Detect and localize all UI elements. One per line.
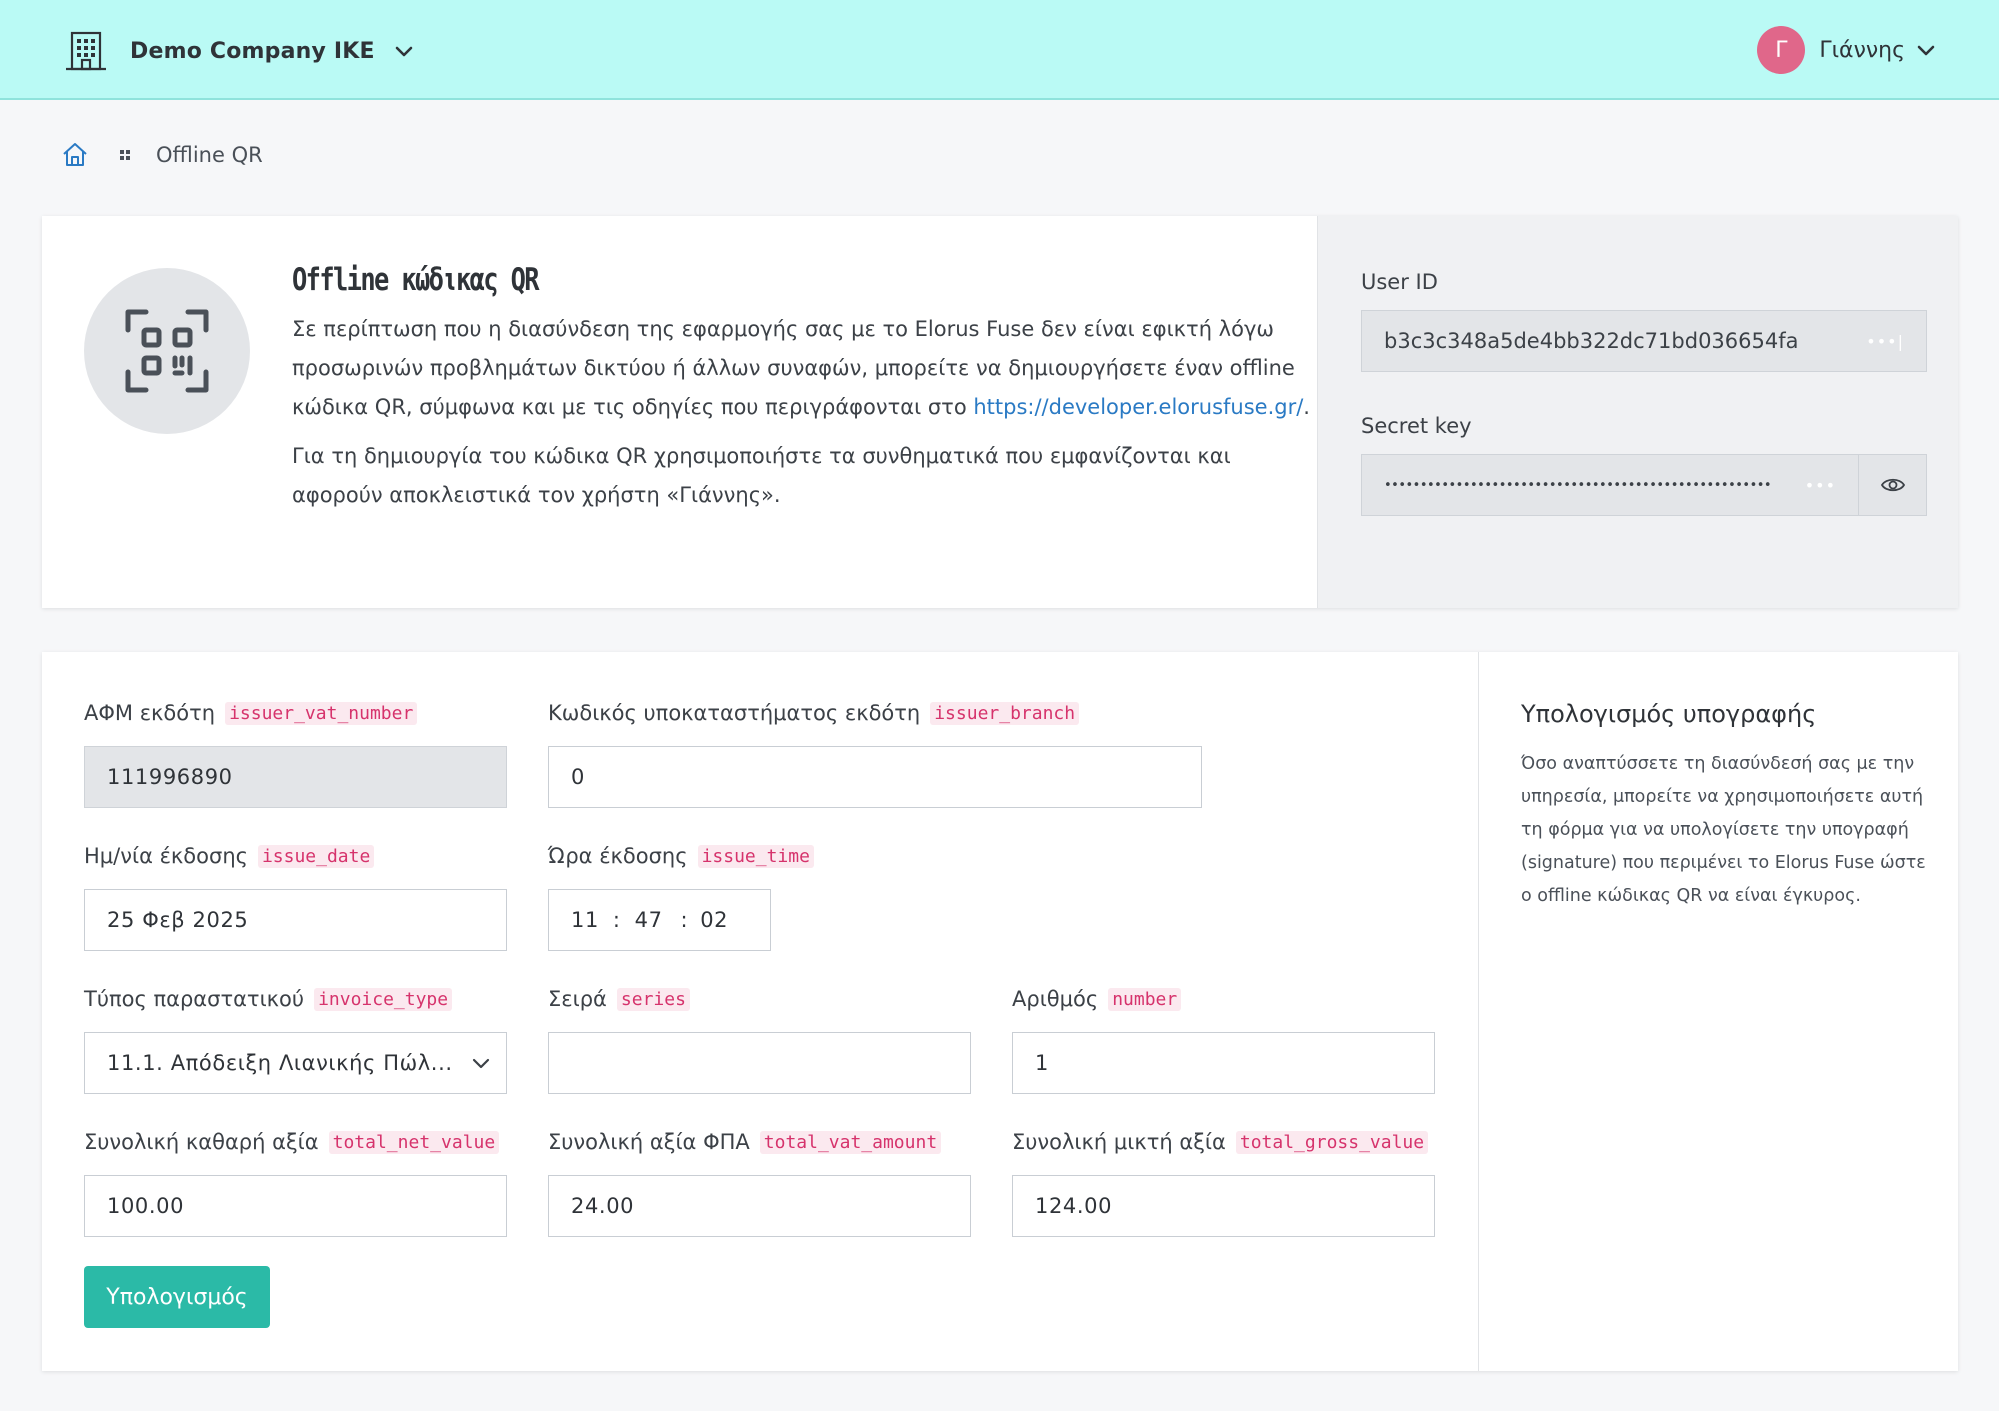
issue-time-label-text: Ώρα έκδοσης [548, 844, 688, 868]
total-net-input[interactable]: 100.00 [84, 1175, 507, 1237]
series-label-text: Σειρά [548, 987, 607, 1011]
chevron-down-icon [472, 1058, 490, 1069]
qr-badge [84, 268, 250, 434]
qr-scan-icon [125, 309, 209, 393]
offline-qr-info-card: Offline κώδικας QR Σε περίπτωση που η δι… [42, 216, 1958, 608]
issue-time-input[interactable]: 11 : 47 : 02 [548, 889, 771, 951]
info-paragraph-1: Σε περίπτωση που η διασύνδεση της εφαρμο… [292, 310, 1312, 427]
truncation-fade: •••| [1844, 311, 1904, 371]
issuer-branch-group: Κωδικός υποκαταστήματος εκδότη issuer_br… [548, 696, 1202, 808]
secret-key-field[interactable]: ••••••••••••••••••••••••••••••••••••••••… [1361, 454, 1859, 516]
help-text: Όσο αναπτύσσετε τη διασύνδεσή σας με την… [1521, 754, 1926, 906]
issuer-vat-code: issuer_vat_number [225, 701, 418, 725]
total-net-group: Συνολική καθαρή αξία total_net_value 100… [84, 1125, 507, 1237]
signature-form-card: ΑΦΜ εκδότη issuer_vat_number 111996890 Κ… [42, 652, 1958, 1371]
series-label: Σειρά series [548, 982, 971, 1016]
total-net-label-text: Συνολική καθαρή αξία [84, 1130, 319, 1154]
number-label: Αριθμός number [1012, 982, 1435, 1016]
invoice-type-label-text: Τύπος παραστατικού [84, 987, 305, 1011]
top-bar: Demo Company IKE Γ Γιάννης [0, 0, 1999, 100]
issuer-vat-input: 111996890 [84, 746, 507, 808]
chevron-down-icon [1917, 45, 1935, 56]
issue-time-minutes[interactable]: 47 [635, 908, 663, 932]
total-gross-input[interactable]: 124.00 [1012, 1175, 1435, 1237]
user-name: Γιάννης [1819, 37, 1905, 63]
total-net-label: Συνολική καθαρή αξία total_net_value [84, 1125, 507, 1159]
company-name: Demo Company IKE [130, 38, 375, 64]
issuer-vat-label-text: ΑΦΜ εκδότη [84, 701, 216, 725]
avatar: Γ [1757, 26, 1806, 74]
number-label-text: Αριθμός [1012, 987, 1099, 1011]
issue-date-code: issue_date [257, 844, 375, 868]
issuer-branch-input[interactable]: 0 [548, 746, 1202, 808]
signature-form: ΑΦΜ εκδότη issuer_vat_number 111996890 Κ… [42, 652, 1478, 1371]
calculate-button[interactable]: Υπολογισμός [84, 1266, 270, 1328]
total-gross-label-text: Συνολική μικτή αξία [1012, 1130, 1226, 1154]
total-vat-group: Συνολική αξία ΦΠΑ total_vat_amount 24.00 [548, 1125, 971, 1237]
issuer-branch-label: Κωδικός υποκαταστήματος εκδότη issuer_br… [548, 696, 1202, 730]
dots-icon [120, 150, 130, 160]
issue-date-label-text: Ημ/νία έκδοσης [84, 844, 248, 868]
secret-key-value: ••••••••••••••••••••••••••••••••••••••••… [1384, 477, 1772, 493]
series-input[interactable] [548, 1032, 971, 1094]
user-menu[interactable]: Γ Γιάννης [1757, 25, 1937, 75]
invoice-type-label: Τύπος παραστατικού invoice_type [84, 982, 507, 1016]
reveal-secret-button[interactable] [1859, 454, 1927, 516]
user-id-label: User ID [1361, 270, 1438, 294]
info-paragraph-2: Για τη δημιουργία του κώδικα QR χρησιμοπ… [292, 444, 1231, 507]
user-id-value: b3c3c348a5de4bb322dc71bd036654fa [1384, 329, 1799, 353]
total-vat-label: Συνολική αξία ΦΠΑ total_vat_amount [548, 1125, 971, 1159]
total-vat-label-text: Συνολική αξία ΦΠΑ [548, 1130, 750, 1154]
issue-date-input[interactable]: 25 Φεβ 2025 [84, 889, 507, 951]
issuer-vat-group: ΑΦΜ εκδότη issuer_vat_number 111996890 [84, 696, 507, 808]
breadcrumb-current: Offline QR [156, 143, 263, 167]
total-gross-label: Συνολική μικτή αξία total_gross_value [1012, 1125, 1435, 1159]
company-switcher[interactable]: Demo Company IKE [64, 28, 415, 74]
issue-time-group: Ώρα έκδοσης issue_time 11 : 47 : 02 [548, 839, 814, 951]
issue-date-group: Ημ/νία έκδοσης issue_date 25 Φεβ 2025 [84, 839, 507, 951]
user-id-field[interactable]: b3c3c348a5de4bb322dc71bd036654fa •••| [1361, 310, 1927, 372]
number-code: number [1108, 987, 1182, 1011]
invoice-type-group: Τύπος παραστατικού invoice_type 11.1. Απ… [84, 982, 507, 1094]
chevron-down-icon [395, 46, 413, 57]
truncation-fade: ••• [1776, 455, 1836, 515]
page-title: Offline κώδικας QR [292, 262, 540, 298]
eye-icon [1880, 478, 1905, 492]
total-gross-group: Συνολική μικτή αξία total_gross_value 12… [1012, 1125, 1435, 1237]
help-title: Υπολογισμός υπογραφής [1521, 700, 1817, 728]
total-gross-code: total_gross_value [1235, 1130, 1429, 1154]
issue-date-label: Ημ/νία έκδοσης issue_date [84, 839, 507, 873]
total-vat-input[interactable]: 24.00 [548, 1175, 971, 1237]
info-text-block: Offline κώδικας QR Σε περίπτωση που η δι… [292, 262, 1312, 515]
developer-link[interactable]: https://developer.elorusfuse.gr/ [973, 395, 1303, 419]
issue-time-hours[interactable]: 11 [571, 908, 599, 932]
invoice-type-code: invoice_type [314, 987, 453, 1011]
time-separator: : [612, 908, 621, 932]
issuer-branch-label-text: Κωδικός υποκαταστήματος εκδότη [548, 701, 921, 725]
issue-time-seconds[interactable]: 02 [700, 908, 728, 932]
invoice-type-select[interactable]: 11.1. Απόδειξη Λιανικής Πώλ... [84, 1032, 507, 1094]
building-icon [66, 31, 106, 71]
breadcrumb: Offline QR [60, 140, 263, 170]
invoice-type-selected: 11.1. Απόδειξη Λιανικής Πώλ... [107, 1051, 453, 1075]
total-vat-code: total_vat_amount [759, 1130, 942, 1154]
time-separator: : [680, 908, 689, 932]
issuer-branch-code: issuer_branch [930, 701, 1080, 725]
issue-time-code: issue_time [697, 844, 814, 868]
number-input[interactable]: 1 [1012, 1032, 1435, 1094]
series-group: Σειρά series [548, 982, 971, 1094]
secret-key-label: Secret key [1361, 414, 1472, 438]
signature-help-panel: Υπολογισμός υπογραφής Όσο αναπτύσσετε τη… [1478, 652, 1958, 1371]
info-paragraph-1-end: . [1303, 395, 1310, 419]
credentials-panel: User ID b3c3c348a5de4bb322dc71bd036654fa… [1317, 216, 1958, 608]
issue-time-label: Ώρα έκδοσης issue_time [548, 839, 814, 873]
home-icon[interactable] [60, 140, 90, 170]
number-group: Αριθμός number 1 [1012, 982, 1435, 1094]
issuer-vat-label: ΑΦΜ εκδότη issuer_vat_number [84, 696, 507, 730]
series-code: series [616, 987, 690, 1011]
total-net-code: total_net_value [328, 1130, 500, 1154]
